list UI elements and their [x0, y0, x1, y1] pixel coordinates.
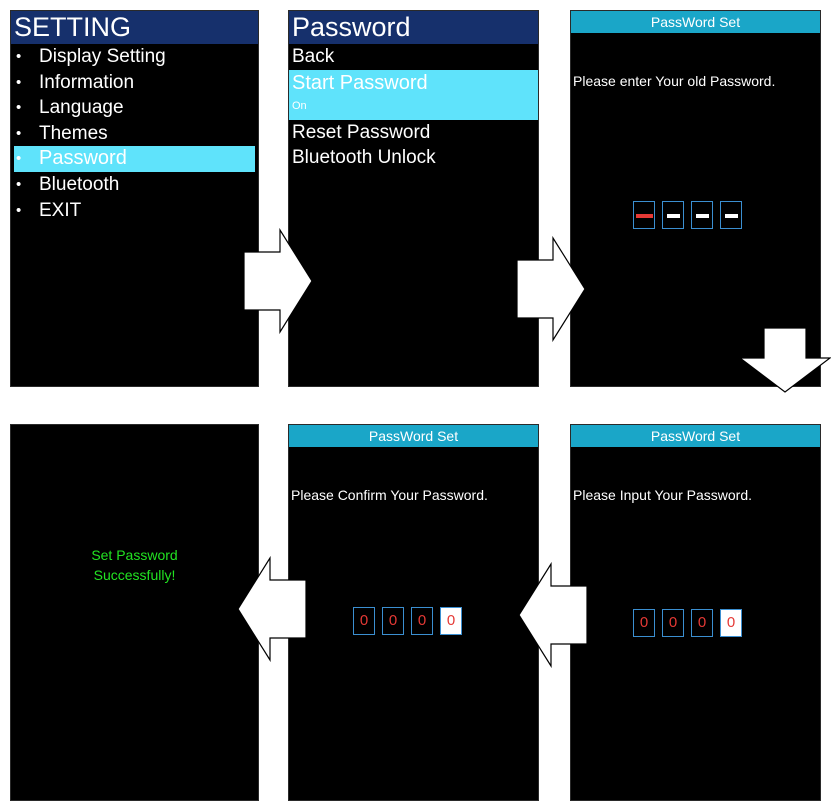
digit-box-4[interactable]: 0 — [720, 609, 742, 637]
back-item[interactable]: Back — [289, 44, 538, 69]
settings-screen: SETTING Display Setting Information Lang… — [10, 10, 259, 387]
confirm-password-prompt: Please Confirm Your Password. — [291, 487, 488, 503]
digit-box-4[interactable] — [720, 201, 742, 229]
old-password-header: PassWord Set — [571, 11, 820, 33]
menu-item-bluetooth[interactable]: Bluetooth — [11, 172, 258, 198]
cursor-dash — [636, 214, 653, 218]
settings-title: SETTING — [11, 11, 258, 44]
digit-box-3[interactable]: 0 — [411, 607, 433, 635]
old-password-digits — [633, 201, 742, 229]
arrow-left-icon — [237, 555, 307, 663]
digit-box-1[interactable] — [633, 201, 655, 229]
digit-box-4[interactable]: 0 — [440, 607, 462, 635]
bluetooth-unlock-item[interactable]: Bluetooth Unlock — [289, 145, 538, 170]
success-line-1: Set Password — [91, 547, 178, 563]
digit-box-2[interactable]: 0 — [662, 609, 684, 637]
input-password-screen: PassWord Set Please Input Your Password.… — [570, 424, 821, 801]
digit-box-1[interactable]: 0 — [633, 609, 655, 637]
menu-item-password[interactable]: Password — [14, 146, 255, 172]
arrow-right-icon — [243, 227, 313, 335]
old-password-prompt: Please enter Your old Password. — [573, 73, 776, 89]
menu-item-exit[interactable]: EXIT — [11, 198, 258, 224]
arrow-down-icon — [738, 327, 831, 393]
settings-menu: Display Setting Information Language The… — [11, 44, 258, 223]
menu-item-themes[interactable]: Themes — [11, 121, 258, 147]
empty-dash — [696, 214, 709, 218]
digit-box-1[interactable]: 0 — [353, 607, 375, 635]
arrow-right-icon — [516, 235, 586, 343]
digit-box-2[interactable]: 0 — [382, 607, 404, 635]
success-line-2: Successfully! — [93, 567, 176, 583]
start-password-state: On — [292, 100, 307, 112]
reset-password-item[interactable]: Reset Password — [289, 120, 538, 145]
digit-box-3[interactable]: 0 — [691, 609, 713, 637]
success-screen: Set Password Successfully! — [10, 424, 259, 801]
arrow-left-icon — [518, 561, 588, 669]
password-menu-screen: Password Back Start Password On Reset Pa… — [288, 10, 539, 387]
start-password-item[interactable]: Start Password On — [289, 70, 538, 120]
input-password-header: PassWord Set — [571, 425, 820, 447]
digit-box-3[interactable] — [691, 201, 713, 229]
success-message: Set Password Successfully! — [11, 545, 258, 585]
input-password-prompt: Please Input Your Password. — [573, 487, 753, 503]
password-menu-title: Password — [289, 11, 538, 44]
empty-dash — [725, 214, 738, 218]
input-password-digits: 0 0 0 0 — [633, 609, 742, 637]
menu-item-information[interactable]: Information — [11, 70, 258, 96]
menu-item-language[interactable]: Language — [11, 95, 258, 121]
empty-dash — [667, 214, 680, 218]
digit-box-2[interactable] — [662, 201, 684, 229]
confirm-password-digits: 0 0 0 0 — [353, 607, 462, 635]
start-password-label: Start Password — [292, 72, 428, 94]
menu-item-display-setting[interactable]: Display Setting — [11, 44, 258, 70]
confirm-password-header: PassWord Set — [289, 425, 538, 447]
confirm-password-screen: PassWord Set Please Confirm Your Passwor… — [288, 424, 539, 801]
